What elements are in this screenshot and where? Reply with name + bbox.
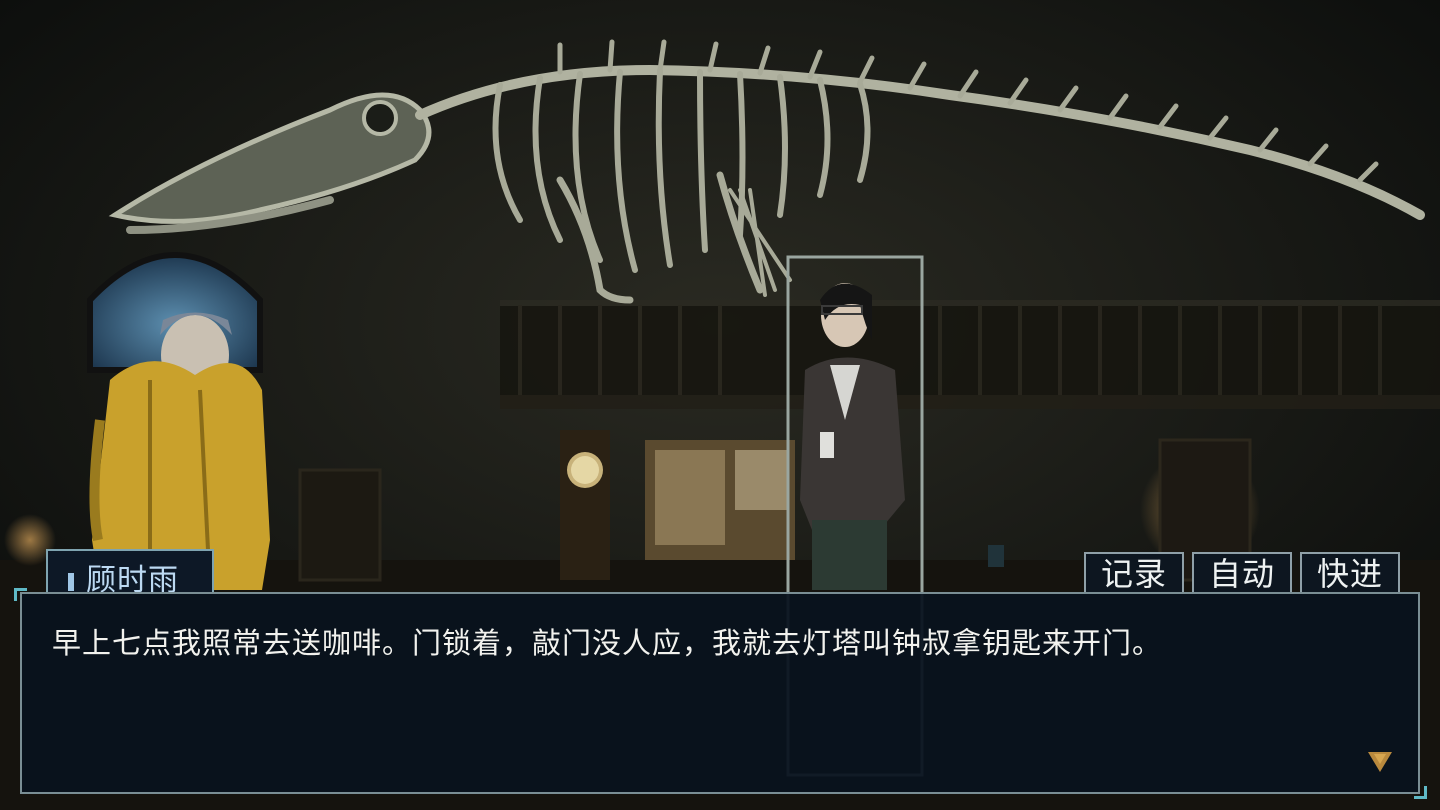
speaker-marker <box>68 573 74 591</box>
frame-corner-top-left <box>14 588 27 601</box>
mezzanine <box>500 300 1440 409</box>
fast-forward-button[interactable]: 快进 <box>1300 552 1400 593</box>
notice-board <box>645 440 795 560</box>
left-door <box>298 468 382 582</box>
dialogue-box[interactable]: 早上七点我照常去送咖啡。门锁着，敲门没人应，我就去灯塔叫钟叔拿钥匙来开门。 <box>20 592 1420 794</box>
log-button[interactable]: 记录 <box>1084 552 1184 593</box>
speaker-name-tab: 顾时雨 <box>46 549 214 598</box>
auto-button[interactable]: 自动 <box>1192 552 1292 593</box>
frame-corner-bottom-right <box>1414 786 1427 799</box>
grandfather-clock <box>560 430 610 580</box>
dialogue-text: 早上七点我照常去送咖啡。门锁着，敲门没人应，我就去灯塔叫钟叔拿钥匙来开门。 <box>52 626 1163 660</box>
wall-device <box>988 545 1004 567</box>
triangle-down-icon[interactable] <box>1366 748 1394 776</box>
